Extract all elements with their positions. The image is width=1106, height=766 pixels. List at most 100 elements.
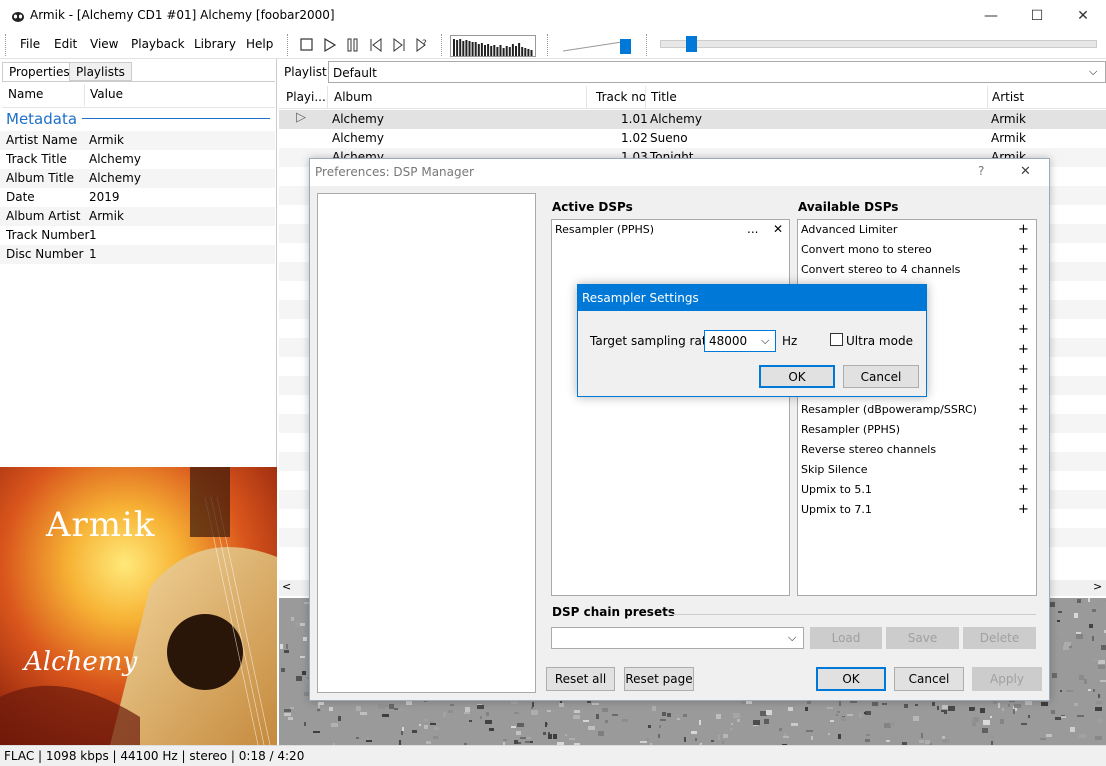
spectrum-bar — [499, 45, 502, 56]
random-icon[interactable]: ? — [413, 36, 431, 54]
seek-thumb[interactable] — [685, 36, 697, 52]
cancel-button[interactable]: Cancel — [894, 667, 964, 691]
maximize-button[interactable]: ☐ — [1014, 0, 1060, 31]
spectrogram-cell — [1095, 736, 1102, 740]
available-dsp-item[interactable]: Reverse stereo channels — [801, 443, 936, 456]
configure-dsp-button[interactable]: ... — [747, 222, 758, 236]
add-dsp-icon[interactable]: + — [1018, 222, 1029, 237]
add-dsp-icon[interactable]: + — [1018, 282, 1029, 297]
spectrogram-cell — [974, 710, 976, 712]
available-dsp-item[interactable]: Convert stereo to 4 channels — [801, 263, 960, 276]
play-icon[interactable] — [321, 36, 339, 54]
spectrogram-cell — [605, 720, 608, 723]
spectrogram-cell — [295, 622, 299, 627]
close-window-button[interactable]: ✕ — [1060, 0, 1106, 31]
add-dsp-icon[interactable]: + — [1018, 442, 1029, 457]
add-dsp-icon[interactable]: + — [1018, 342, 1029, 357]
available-dsp-item[interactable]: Upmix to 7.1 — [801, 503, 872, 516]
tab-playlists[interactable]: Playlists — [69, 62, 132, 81]
close-icon[interactable]: ✕ — [1020, 164, 1031, 179]
ultra-mode-checkbox[interactable] — [830, 333, 843, 346]
add-dsp-icon[interactable]: + — [1018, 402, 1029, 417]
menu-playback[interactable]: Playback — [131, 37, 185, 51]
active-dsp-item[interactable]: Resampler (PPHS) — [555, 223, 654, 236]
menu-edit[interactable]: Edit — [54, 37, 77, 51]
stop-icon[interactable] — [298, 36, 316, 54]
spectrogram-cell — [400, 708, 403, 710]
table-row[interactable] — [279, 129, 1106, 148]
menu-file[interactable]: File — [20, 37, 40, 51]
seek-bar[interactable] — [660, 40, 1097, 48]
add-dsp-icon[interactable]: + — [1018, 422, 1029, 437]
available-dsp-item[interactable]: Resampler (dBpoweramp/SSRC) — [801, 403, 977, 416]
toolbar-grip[interactable] — [441, 34, 444, 56]
scroll-right-icon[interactable]: > — [1093, 580, 1102, 593]
remove-dsp-icon[interactable]: ✕ — [773, 222, 783, 236]
available-dsp-item[interactable]: Convert mono to stereo — [801, 243, 932, 256]
spectrogram-cell — [598, 731, 604, 736]
spectrogram-cell — [548, 734, 552, 739]
foobar-icon — [10, 8, 26, 24]
menu-help[interactable]: Help — [246, 37, 273, 51]
toolbar-grip[interactable] — [287, 34, 290, 56]
spectrogram-cell — [1060, 690, 1062, 692]
toolbar-grip[interactable] — [547, 34, 550, 56]
spectrogram-cell — [730, 728, 733, 731]
spectrogram-cell — [592, 703, 599, 705]
spectrum-bar — [508, 47, 511, 56]
next-icon[interactable] — [390, 36, 408, 54]
column-header-playing[interactable]: Playi... — [286, 90, 326, 104]
add-dsp-icon[interactable]: + — [1018, 362, 1029, 377]
spectrogram-cell — [723, 734, 728, 738]
resampler-ok-button[interactable]: OK — [759, 365, 835, 388]
add-dsp-icon[interactable]: + — [1018, 302, 1029, 317]
spectrogram-cell — [574, 710, 580, 713]
available-dsp-item[interactable]: Advanced Limiter — [801, 223, 897, 236]
reset-page-button[interactable]: Reset page — [624, 667, 694, 691]
add-dsp-icon[interactable]: + — [1018, 262, 1029, 277]
toolbar-grip[interactable] — [5, 34, 8, 56]
previous-icon[interactable] — [367, 36, 385, 54]
scroll-left-icon[interactable]: < — [282, 580, 291, 593]
load-preset-button[interactable]: Load — [810, 627, 882, 649]
status-bar: FLAC | 1098 kbps | 44100 Hz | stereo | 0… — [0, 745, 1106, 766]
presets-dropdown[interactable]: ⌵ — [551, 627, 804, 649]
property-value: 2019 — [89, 190, 120, 204]
menu-view[interactable]: View — [90, 37, 118, 51]
column-separator — [645, 86, 646, 109]
column-header-album[interactable]: Album — [334, 90, 372, 104]
sampling-rate-combo[interactable]: 48000 ⌵ — [704, 330, 776, 352]
resampler-cancel-button[interactable]: Cancel — [843, 365, 919, 388]
property-row[interactable] — [0, 188, 275, 207]
add-dsp-icon[interactable]: + — [1018, 462, 1029, 477]
column-header-track-no[interactable]: Track no — [596, 90, 646, 104]
add-dsp-icon[interactable]: + — [1018, 482, 1029, 497]
column-header-artist[interactable]: Artist — [992, 90, 1024, 104]
tab-properties[interactable]: Properties — [2, 62, 77, 81]
spectrogram-cell — [485, 720, 492, 724]
delete-preset-button[interactable]: Delete — [963, 627, 1036, 649]
toolbar-grip[interactable] — [646, 34, 649, 56]
playlist-dropdown[interactable]: Default ⌵ — [328, 61, 1106, 83]
save-preset-button[interactable]: Save — [886, 627, 959, 649]
help-icon[interactable]: ? — [978, 164, 984, 178]
add-dsp-icon[interactable]: + — [1018, 322, 1029, 337]
spectrum-bar — [474, 42, 477, 56]
add-dsp-icon[interactable]: + — [1018, 242, 1029, 257]
available-dsp-item[interactable]: Upmix to 5.1 — [801, 483, 872, 496]
available-dsp-item[interactable]: Resampler (PPHS) — [801, 423, 900, 436]
add-dsp-icon[interactable]: + — [1018, 502, 1029, 517]
minimize-button[interactable]: — — [968, 0, 1014, 31]
menu-library[interactable]: Library — [194, 37, 236, 51]
ok-button[interactable]: OK — [816, 667, 886, 691]
column-header-title[interactable]: Title — [651, 90, 677, 104]
active-dsps-list[interactable]: Resampler (PPHS) ... ✕ — [551, 219, 790, 596]
available-dsp-item[interactable]: Skip Silence — [801, 463, 868, 476]
add-dsp-icon[interactable]: + — [1018, 382, 1029, 397]
reset-all-button[interactable]: Reset all — [546, 667, 615, 691]
column-header-name[interactable]: Name — [8, 87, 43, 101]
volume-slider[interactable] — [560, 36, 634, 54]
pause-icon[interactable] — [344, 36, 362, 54]
column-header-value[interactable]: Value — [90, 87, 123, 101]
apply-button[interactable]: Apply — [972, 667, 1042, 691]
